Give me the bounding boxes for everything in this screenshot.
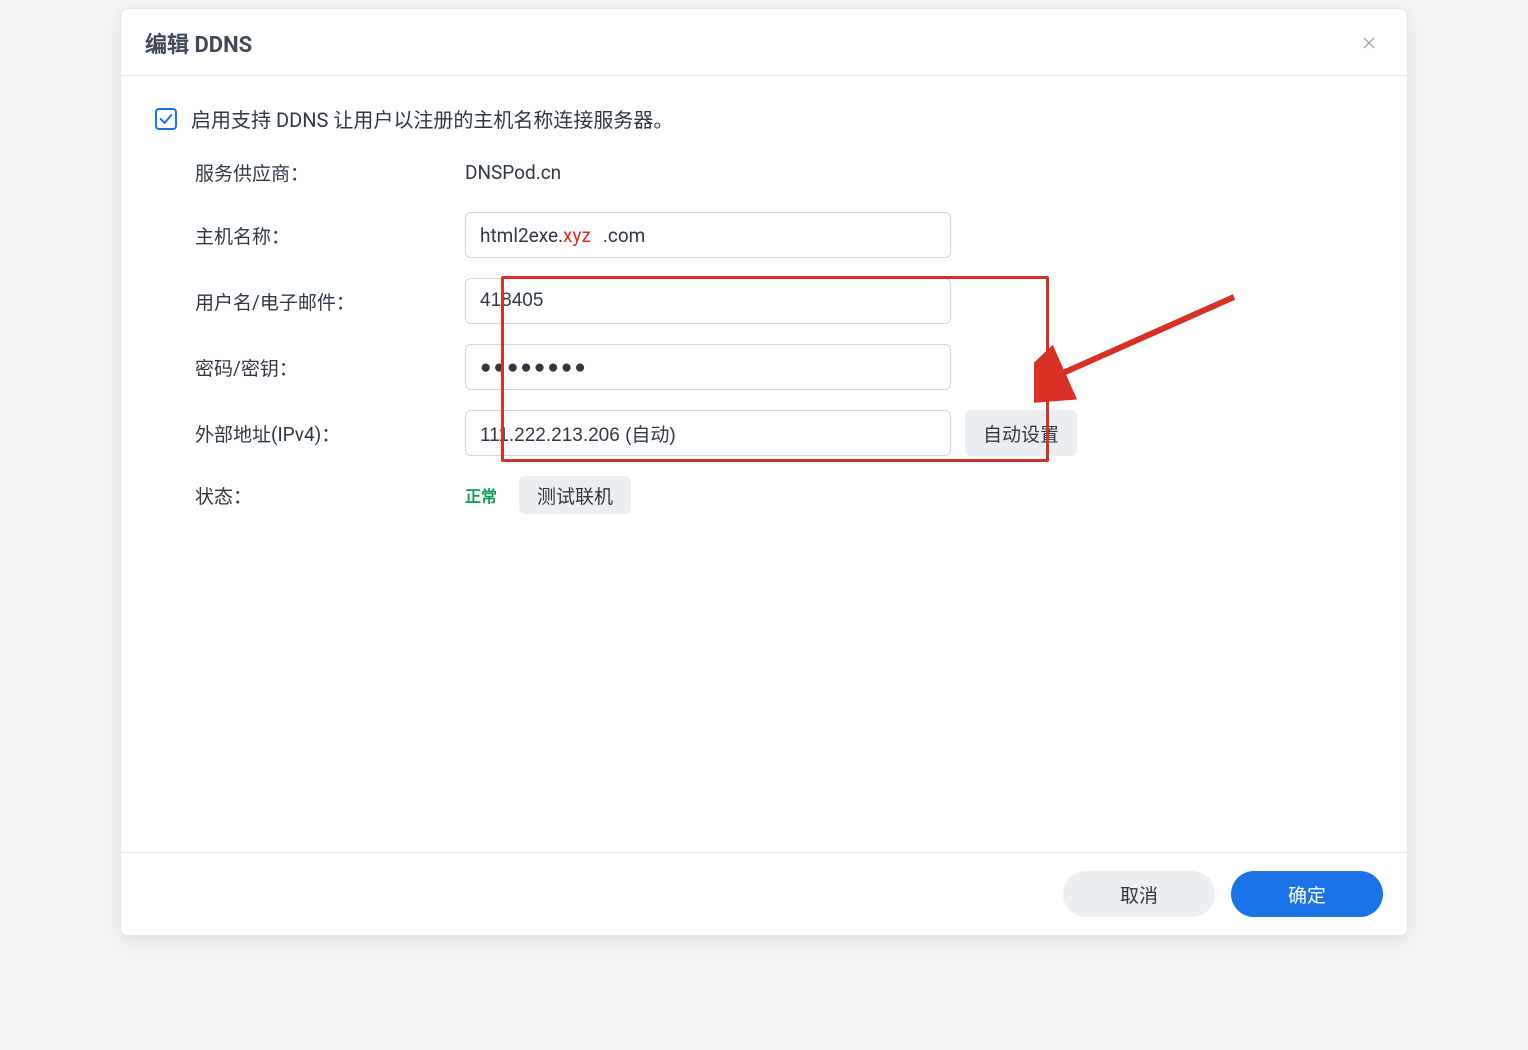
test-connection-button[interactable]: 测试联机 [519, 476, 631, 514]
hostname-input[interactable]: html2exe. xyz .com [465, 212, 951, 258]
auto-set-button[interactable]: 自动设置 [965, 410, 1077, 456]
cancel-button[interactable]: 取消 [1063, 871, 1215, 917]
hostname-label: 主机名称： [155, 222, 465, 249]
password-label: 密码/密钥： [155, 354, 465, 381]
close-button[interactable] [1355, 29, 1383, 57]
hostname-censored: xyz [563, 224, 591, 247]
hostname-suffix: .com [603, 224, 645, 247]
check-icon [158, 111, 174, 127]
password-mask: ●●●●●●●● [480, 355, 588, 379]
username-input[interactable] [465, 278, 951, 324]
enable-ddns-checkbox[interactable] [155, 108, 177, 130]
ok-button[interactable]: 确定 [1231, 871, 1383, 917]
dialog-body: 启用支持 DDNS 让用户以注册的主机名称连接服务器。 服务供应商： DNSPo… [121, 76, 1407, 852]
dialog-header: 编辑 DDNS [121, 9, 1407, 76]
status-row: 状态： 正常 测试联机 [155, 476, 1373, 514]
hostname-value: html2exe. xyz .com [480, 224, 645, 247]
dialog-title: 编辑 DDNS [145, 27, 252, 59]
username-label: 用户名/电子邮件： [155, 288, 465, 315]
external-ip-row: 外部地址(IPv4)： 自动设置 [155, 410, 1373, 456]
hostname-prefix: html2exe. [480, 224, 563, 247]
username-row: 用户名/电子邮件： [155, 278, 1373, 324]
provider-row: 服务供应商： DNSPod.cn [155, 159, 1373, 186]
provider-value: DNSPod.cn [465, 161, 561, 184]
provider-label: 服务供应商： [155, 159, 465, 186]
edit-ddns-dialog: 编辑 DDNS 启用支持 DDNS 让用户以注册的主机名称连接服务器。 服务供应… [120, 8, 1408, 936]
external-ip-input[interactable] [465, 410, 951, 456]
dialog-footer: 取消 确定 [121, 852, 1407, 935]
hostname-row: 主机名称： html2exe. xyz .com [155, 212, 1373, 258]
external-ip-label: 外部地址(IPv4)： [155, 420, 465, 447]
enable-ddns-label: 启用支持 DDNS 让用户以注册的主机名称连接服务器。 [191, 104, 673, 133]
password-row: 密码/密钥： ●●●●●●●● [155, 344, 1373, 390]
close-icon [1361, 34, 1377, 52]
enable-ddns-row: 启用支持 DDNS 让用户以注册的主机名称连接服务器。 [155, 104, 1373, 133]
password-input[interactable]: ●●●●●●●● [465, 344, 951, 390]
status-value: 正常 [465, 483, 497, 507]
status-label: 状态： [155, 482, 465, 509]
